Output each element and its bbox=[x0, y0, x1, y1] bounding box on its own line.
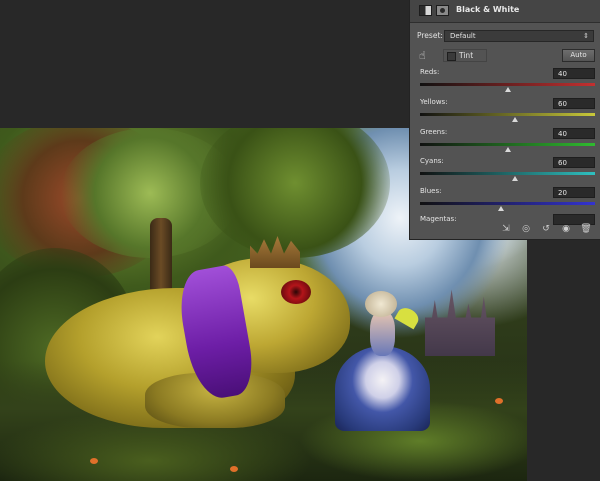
princess-body bbox=[370, 311, 395, 356]
slider-label: Reds: bbox=[420, 68, 440, 76]
slider-thumb[interactable] bbox=[504, 147, 511, 152]
tint-control[interactable]: Tint bbox=[443, 49, 487, 62]
trash-icon[interactable]: 🗑 bbox=[580, 224, 592, 234]
preset-row: Preset: Default ⇕ bbox=[410, 30, 600, 42]
slider-label: Greens: bbox=[420, 128, 448, 136]
slider-row: Yellows: 60 bbox=[410, 98, 600, 122]
slider-track[interactable] bbox=[420, 143, 595, 146]
adjustment-layer-icon[interactable] bbox=[419, 5, 432, 16]
orange-flower bbox=[90, 458, 98, 464]
properties-panel: Black & White Preset: Default ⇕ ☝ Tint A… bbox=[409, 0, 600, 240]
dropdown-arrows-icon: ⇕ bbox=[583, 32, 589, 40]
slider-label: Yellows: bbox=[420, 98, 448, 106]
princess-dress bbox=[335, 346, 430, 431]
orange-flower bbox=[495, 398, 503, 404]
view-previous-icon[interactable]: ◎ bbox=[520, 224, 532, 234]
orange-flower bbox=[230, 466, 238, 472]
slider-track[interactable] bbox=[420, 83, 595, 86]
panel-footer: ⇲ ◎ ↺ ◉ 🗑 bbox=[410, 219, 599, 239]
slider-track[interactable] bbox=[420, 172, 595, 175]
panel-header: Black & White bbox=[410, 0, 600, 23]
slider-thumb[interactable] bbox=[511, 176, 518, 181]
princess-fan bbox=[394, 304, 422, 330]
slider-row: Blues: 20 bbox=[410, 187, 600, 211]
slider-value-field[interactable]: 40 bbox=[553, 68, 595, 79]
slider-track[interactable] bbox=[420, 202, 595, 205]
princess-wig bbox=[365, 291, 397, 317]
visibility-eye-icon[interactable]: ◉ bbox=[560, 224, 572, 234]
slider-value-field[interactable]: 20 bbox=[553, 187, 595, 198]
targeted-adjustment-hand-icon[interactable]: ☝ bbox=[419, 49, 433, 63]
frog-eye bbox=[281, 280, 311, 304]
slider-label: Blues: bbox=[420, 187, 442, 195]
tint-checkbox[interactable] bbox=[447, 52, 456, 61]
slider-value-field[interactable]: 60 bbox=[553, 157, 595, 168]
slider-value-field[interactable]: 60 bbox=[553, 98, 595, 109]
slider-thumb[interactable] bbox=[497, 206, 504, 211]
slider-thumb[interactable] bbox=[511, 117, 518, 122]
slider-row: Cyans: 60 bbox=[410, 157, 600, 181]
princess-figure bbox=[335, 291, 430, 431]
auto-button[interactable]: Auto bbox=[562, 49, 595, 62]
panel-title: Black & White bbox=[456, 5, 520, 14]
preset-label: Preset: bbox=[417, 31, 443, 40]
slider-row: Greens: 40 bbox=[410, 128, 600, 152]
tint-label: Tint bbox=[459, 51, 474, 60]
slider-value-field[interactable]: 40 bbox=[553, 128, 595, 139]
slider-track[interactable] bbox=[420, 113, 595, 116]
preset-dropdown[interactable]: Default ⇕ bbox=[444, 30, 594, 42]
layer-mask-icon[interactable] bbox=[436, 5, 449, 16]
preset-value: Default bbox=[450, 32, 476, 40]
tint-row: ☝ Tint Auto bbox=[410, 49, 600, 63]
slider-row: Reds: 40 bbox=[410, 68, 600, 92]
frog-prince bbox=[45, 236, 350, 433]
clip-to-layer-icon[interactable]: ⇲ bbox=[500, 224, 512, 234]
slider-label: Cyans: bbox=[420, 157, 444, 165]
reset-icon[interactable]: ↺ bbox=[540, 224, 552, 234]
slider-thumb[interactable] bbox=[504, 87, 511, 92]
